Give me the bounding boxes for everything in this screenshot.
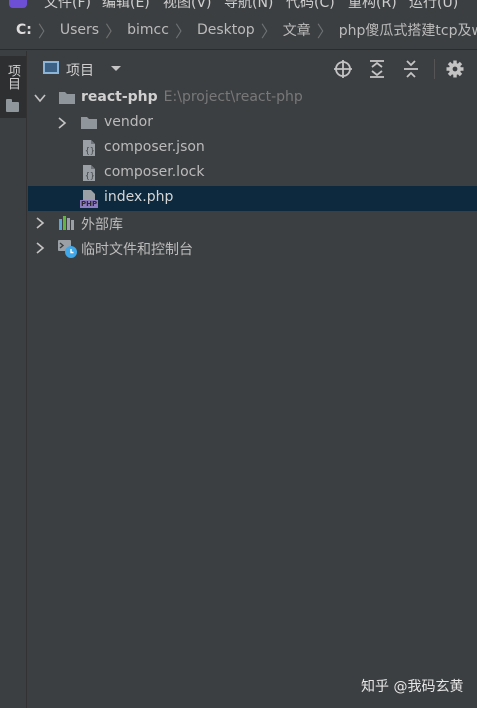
tree-row-composer-lock[interactable]: {} composer.lock [28,161,477,186]
menu-view[interactable]: 视图(V) [163,0,212,10]
scratches-icon [58,239,77,258]
project-tool-tab[interactable]: 项目 [0,56,26,118]
php-file-icon: PHP [80,189,98,208]
menu-code[interactable]: 代码(C) [286,0,335,10]
chevron-right-icon[interactable] [33,241,47,255]
chevron-right-icon[interactable] [33,216,47,230]
menu-file[interactable]: 文件(F) [44,0,91,10]
expand-all-icon[interactable] [367,59,387,79]
tree-row-root[interactable]: react-php E:\project\react-php [28,86,477,111]
breadcrumb-separator-icon: 〉 [260,21,277,41]
watermark: 知乎 @我码玄黄 [361,679,464,695]
php-badge: PHP [81,200,98,208]
settings-icon[interactable] [445,59,465,79]
breadcrumb-separator-icon: 〉 [174,21,191,41]
index-php-label: index.php [104,189,174,205]
collapse-all-icon[interactable] [401,59,421,79]
menu-refactor[interactable]: 重构(R) [348,0,397,10]
folder-icon [80,114,98,132]
breadcrumb-item-bimcc[interactable]: bimcc [127,22,169,38]
app-logo-icon [9,0,27,8]
project-tab-label: 项目 [5,64,20,90]
project-view-icon [43,61,59,74]
project-panel: 项目 react-php E:\project\react-php vendor… [28,51,477,708]
breadcrumb: C: 〉 Users 〉 bimcc 〉 Desktop 〉 文章 〉 php傻… [0,10,477,50]
menu-navigate[interactable]: 导航(N) [224,0,273,10]
folder-icon [6,99,19,112]
root-name: react-php [81,89,158,105]
breadcrumb-separator-icon: 〉 [316,21,333,41]
composer-lock-label: composer.lock [104,164,205,180]
root-path: E:\project\react-php [163,89,303,105]
menu-edit[interactable]: 编辑(E) [102,0,150,10]
tree-row-external-libraries[interactable]: 外部库 [28,211,477,236]
vendor-label: vendor [104,114,153,130]
menu-run[interactable]: 运行(U) [409,0,458,10]
composer-json-label: composer.json [104,139,205,155]
breadcrumb-item-desktop[interactable]: Desktop [197,22,255,38]
tree-row-scratches[interactable]: 临时文件和控制台 [28,236,477,261]
library-icon [58,214,76,232]
json-file-icon: {} [80,139,98,157]
tree-row-composer-json[interactable]: {} composer.json [28,136,477,161]
chevron-down-icon[interactable] [108,60,124,76]
toolbar-divider [434,59,435,79]
breadcrumb-separator-icon: 〉 [37,21,54,41]
chevron-down-icon[interactable] [33,91,47,105]
locate-icon[interactable] [333,59,353,79]
scratches-label: 临时文件和控制台 [81,242,193,258]
panel-title[interactable]: 项目 [66,60,94,80]
chevron-right-icon[interactable] [55,116,69,130]
breadcrumb-item-articles[interactable]: 文章 [283,20,311,40]
external-libraries-label: 外部库 [81,217,123,233]
tree-row-vendor[interactable]: vendor [28,111,477,136]
breadcrumb-item-folder[interactable]: php傻瓜式搭建tcp及websock [339,20,477,40]
menu-bar: 文件(F) 编辑(E) 视图(V) 导航(N) 代码(C) 重构(R) 运行(U… [0,0,477,10]
tree-row-index-php[interactable]: PHP index.php [28,186,477,211]
breadcrumb-separator-icon: 〉 [105,21,122,41]
tool-window-stripe: 项目 [0,51,27,708]
json-file-icon: {} [80,164,98,182]
svg-text:{}: {} [85,171,95,180]
root-label: react-php E:\project\react-php [81,89,303,105]
breadcrumb-item-drive[interactable]: C: [16,22,32,38]
breadcrumb-item-users[interactable]: Users [60,22,99,38]
panel-header: 项目 [28,51,477,87]
svg-text:{}: {} [85,146,95,155]
folder-icon [58,89,76,107]
